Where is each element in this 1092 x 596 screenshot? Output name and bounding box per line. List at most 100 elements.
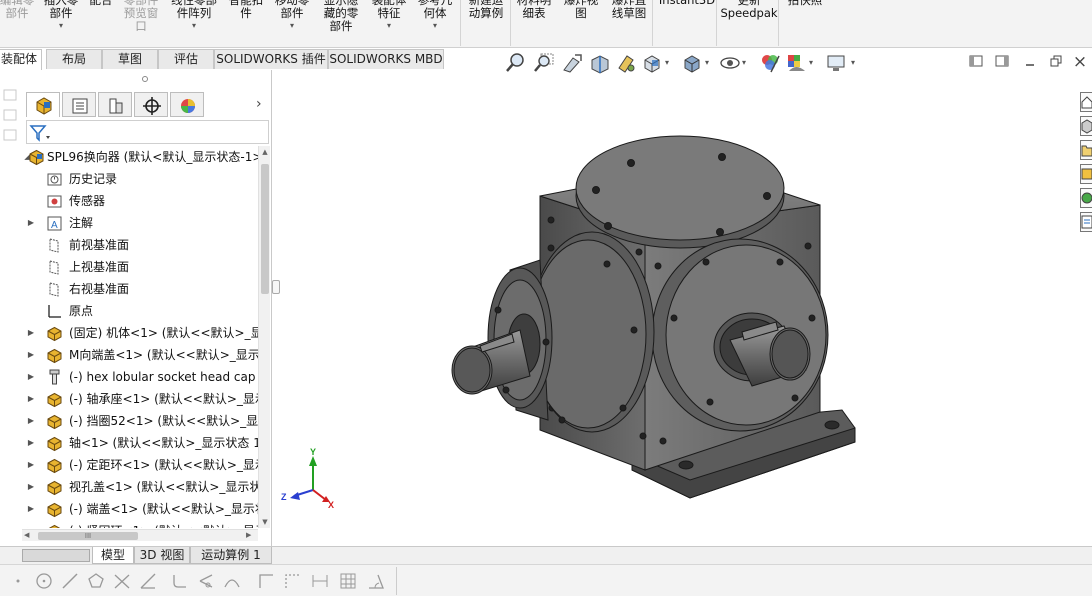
tree-node[interactable]: ▶ (固定) 机体<1> (默认<<默认>_显示	[22, 322, 258, 344]
feature-tree-filter[interactable]	[26, 120, 269, 144]
custom-properties-icon[interactable]	[1080, 212, 1092, 232]
horizontal-scroll-thumb[interactable]: III	[38, 532, 138, 540]
chevron-down-icon[interactable]: ▾	[366, 20, 412, 32]
configuration-manager-tab[interactable]	[98, 92, 132, 117]
scroll-down-icon[interactable]: ▼	[259, 516, 271, 528]
tile-left-icon[interactable]	[968, 54, 984, 70]
restore-icon[interactable]	[1048, 54, 1064, 70]
chevron-down-icon[interactable]: ▾	[40, 20, 82, 32]
filter-icon[interactable]	[29, 124, 51, 142]
tab-layout[interactable]: 布局	[46, 49, 102, 69]
expand-icon[interactable]: ▶	[26, 212, 36, 234]
tab-3d-view[interactable]: 3D 视图	[134, 547, 190, 564]
panel-drag-handle[interactable]	[142, 76, 148, 82]
tree-root-assembly[interactable]: ◢ SPL96换向器 (默认<默认_显示状态-1>	[22, 146, 258, 168]
tile-right-icon[interactable]	[994, 54, 1010, 70]
graphics-area[interactable]: Y Z X	[281, 78, 1076, 546]
dimxpert-manager-tab[interactable]	[134, 92, 168, 117]
scroll-up-icon[interactable]: ▲	[259, 146, 271, 158]
tree-node[interactable]: ▶ M向端盖<1> (默认<<默认>_显示	[22, 344, 258, 366]
panel-collapse-handle[interactable]	[272, 280, 280, 294]
new-motion-study-button[interactable]: 新建运 动算例	[462, 0, 510, 20]
minimize-icon[interactable]	[1022, 54, 1038, 70]
scroll-right-icon[interactable]: ▶	[246, 530, 251, 541]
expand-icon[interactable]: ▶	[26, 432, 36, 454]
display-style-dropdown-icon[interactable]: ▾	[705, 58, 709, 67]
expand-icon[interactable]: ▶	[26, 344, 36, 366]
tree-node[interactable]: 原点	[22, 300, 258, 322]
reference-geometry-button[interactable]: 参考几 何体 ▾	[412, 0, 458, 32]
insert-components-button[interactable]: 插入零 部件 ▾	[40, 0, 82, 32]
expand-icon[interactable]: ▶	[26, 520, 36, 528]
view-settings-dropdown-icon[interactable]: ▾	[851, 58, 855, 67]
view-settings-icon[interactable]	[825, 52, 847, 74]
home-icon[interactable]	[1080, 92, 1092, 112]
hide-show-dropdown-icon[interactable]: ▾	[742, 58, 746, 67]
grid-icon[interactable]	[338, 571, 358, 591]
take-snapshot-button[interactable]: 拍快照	[780, 0, 830, 7]
expand-icon[interactable]: ▶	[26, 476, 36, 498]
tree-node[interactable]: ▶ (-) 轴承座<1> (默认<<默认>_显示	[22, 388, 258, 410]
tree-node[interactable]: 传感器	[22, 190, 258, 212]
point-icon[interactable]	[8, 571, 28, 591]
tree-node[interactable]: ▶ (-) 端盖<1> (默认<<默认>_显示状	[22, 498, 258, 520]
angle-icon[interactable]	[366, 571, 386, 591]
edit-component-button[interactable]: 编辑零 部件	[0, 0, 36, 20]
expand-icon[interactable]: ▶	[26, 388, 36, 410]
tree-node[interactable]: ▶ A 注解	[22, 212, 258, 234]
zoom-to-area-icon[interactable]	[533, 52, 555, 74]
move-component-button[interactable]: 移动零 部件 ▾	[268, 0, 316, 32]
file-explorer-icon[interactable]	[1080, 140, 1092, 160]
chevron-down-icon[interactable]: ▾	[268, 20, 316, 32]
apply-scene-icon[interactable]	[785, 52, 807, 74]
dynamic-annotation-icon[interactable]	[615, 52, 637, 74]
tab-navigation-buttons[interactable]	[22, 549, 90, 562]
apply-scene-dropdown-icon[interactable]: ▾	[809, 58, 813, 67]
expand-icon[interactable]: ▶	[26, 366, 36, 388]
expand-icon[interactable]: ▶	[26, 498, 36, 520]
gearbox-assembly-model[interactable]	[451, 135, 856, 499]
previous-view-icon[interactable]	[561, 52, 583, 74]
mirror-icon[interactable]	[222, 571, 242, 591]
tab-motion-study-1[interactable]: 运动算例 1	[190, 547, 272, 564]
tab-sketch[interactable]: 草图	[102, 49, 158, 69]
scroll-left-icon[interactable]: ◀	[24, 530, 29, 541]
polygon-icon[interactable]	[86, 571, 106, 591]
tree-node[interactable]: ▶ (-) 定距环<1> (默认<<默认>_显示	[22, 454, 258, 476]
zoom-to-fit-icon[interactable]	[505, 52, 527, 74]
linear-component-pattern-button[interactable]: 线性零部 件阵列 ▾	[166, 0, 222, 32]
view-palette-icon[interactable]	[1080, 164, 1092, 184]
update-speedpak-button[interactable]: 更新 Speedpak	[718, 0, 780, 20]
tree-node[interactable]: ▶ (-) 紧固环<1> (默认<<默认>_显示	[22, 520, 258, 528]
mate-button[interactable]: 配合	[84, 0, 118, 7]
tab-model[interactable]: 模型	[92, 547, 134, 564]
tree-node[interactable]: ▶ 轴<1> (默认<<默认>_显示状态 1	[22, 432, 258, 454]
edit-appearance-icon[interactable]	[759, 52, 781, 74]
hide-show-items-icon[interactable]	[719, 52, 741, 74]
view-orientation-dropdown-icon[interactable]: ▾	[665, 58, 669, 67]
expand-icon[interactable]: ▶	[26, 322, 36, 344]
tree-node[interactable]: 历史记录	[22, 168, 258, 190]
tree-vertical-scrollbar[interactable]: ▲ ▼	[258, 146, 270, 528]
instant3d-button[interactable]: Instant3D	[656, 0, 718, 7]
construction-line-icon[interactable]	[138, 571, 158, 591]
view-orientation-icon[interactable]	[641, 52, 663, 74]
smart-fasteners-button[interactable]: 智能扣 件	[224, 0, 268, 20]
display-manager-tab[interactable]	[170, 92, 204, 117]
bill-of-materials-button[interactable]: 材料明 细表	[512, 0, 556, 20]
tree-node[interactable]: 前视基准面	[22, 234, 258, 256]
tree-node[interactable]: ▶ 视孔盖<1> (默认<<默认>_显示状	[22, 476, 258, 498]
feature-manager-tab[interactable]	[26, 92, 60, 117]
dimension-icon[interactable]	[310, 571, 330, 591]
tab-evaluate[interactable]: 评估	[158, 49, 214, 69]
parts-library-icon[interactable]	[1080, 116, 1092, 136]
expand-icon[interactable]: ▶	[26, 454, 36, 476]
corner-rectangle-icon[interactable]	[256, 571, 276, 591]
section-view-icon[interactable]	[589, 52, 611, 74]
expand-icon[interactable]: ▶	[26, 410, 36, 432]
tree-node[interactable]: 上视基准面	[22, 256, 258, 278]
offset-icon[interactable]	[196, 571, 216, 591]
component-preview-window-button[interactable]: 零部件 预览窗 口	[118, 0, 164, 33]
chevron-down-icon[interactable]: ▾	[412, 20, 458, 32]
close-icon[interactable]: ×	[1072, 54, 1088, 71]
